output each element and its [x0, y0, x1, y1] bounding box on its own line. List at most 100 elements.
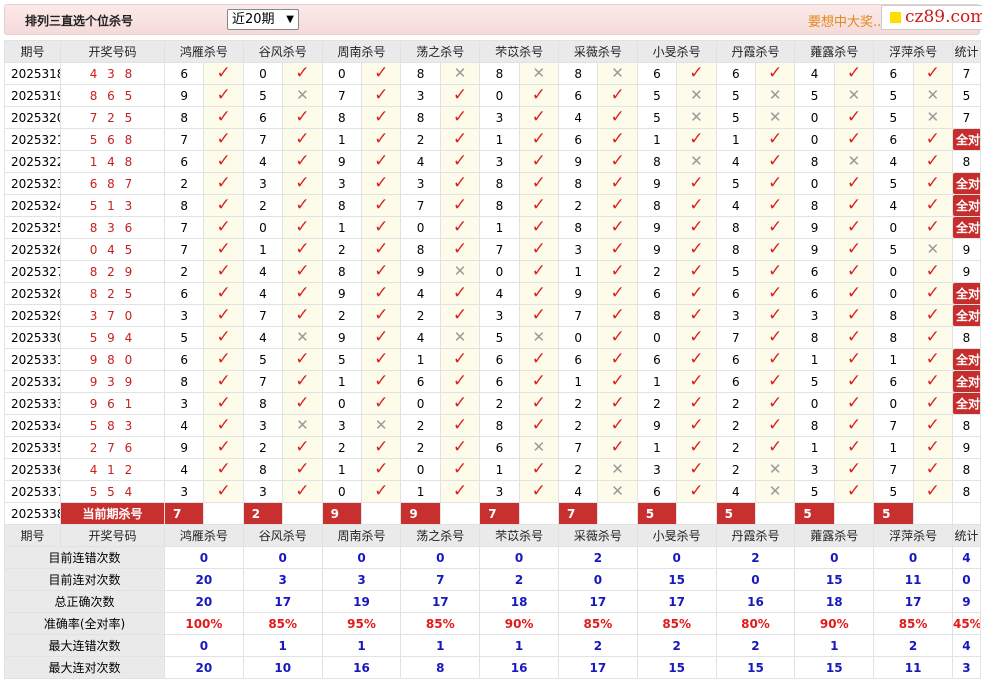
- stats-value: 1: [794, 634, 875, 657]
- check-cell: ✓: [676, 370, 717, 393]
- kill-pick: 3: [479, 106, 520, 129]
- header-row: 期号 开奖号码 鸿雁杀号 谷风杀号 周南杀号 荡之杀号 芣苡杀号 采薇杀号 小旻杀号 丹霞杀号 蕹露…: [4, 40, 981, 63]
- kill-pick: 2: [163, 260, 205, 283]
- check-icon: ✓: [374, 85, 389, 105]
- stats-total: 4: [951, 546, 981, 569]
- row-stat: 8: [951, 414, 981, 437]
- check-cell: ✓: [833, 480, 875, 503]
- cross-icon: ✕: [768, 86, 782, 104]
- row-stat: 全对: [951, 194, 981, 217]
- header-kill-0: 鸿雁杀号: [164, 524, 244, 547]
- check-cell: ✓: [597, 106, 638, 129]
- check-icon: ✓: [452, 371, 468, 391]
- check-icon: ✓: [374, 349, 389, 369]
- check-cell: ✓: [597, 326, 638, 349]
- cross-icon: ✕: [768, 108, 782, 126]
- kill-pick: 2: [715, 458, 756, 481]
- check-icon: ✓: [610, 327, 625, 347]
- check-cell: ✓: [518, 194, 559, 217]
- all-correct-badge: 全对: [953, 305, 980, 326]
- check-icon: ✓: [925, 481, 940, 501]
- check-cell: ✓: [676, 128, 717, 151]
- check-icon: ✓: [216, 437, 231, 457]
- stats-label: 目前连错次数: [4, 546, 165, 569]
- check-icon: ✓: [295, 261, 310, 281]
- all-correct-badge: 全对: [953, 217, 980, 238]
- header-kill-5: 采薇杀号: [557, 40, 638, 63]
- row-stat: 全对: [951, 304, 981, 327]
- header-winning: 开奖号码: [60, 40, 165, 63]
- current-stat: [951, 502, 981, 525]
- kill-pick: 2: [400, 436, 441, 459]
- check-icon: ✓: [689, 173, 704, 193]
- check-cell: ✓: [203, 458, 244, 481]
- kill-pick: 3: [794, 458, 835, 481]
- issue-number: 2025333: [4, 392, 61, 415]
- header-kill-3: 荡之杀号: [400, 40, 481, 63]
- winning-number: 1 4 8: [60, 150, 165, 173]
- cross-cell: ✕: [518, 326, 559, 349]
- cross-icon: ✕: [690, 108, 703, 126]
- table-row: 2025325 8 3 6 7 ✓ 0 ✓ 1 ✓ 0 ✓ 1 ✓ 8 ✓ 9 ✓ 8 ✓ 9 ✓ 0 ✓ 全对: [4, 216, 981, 239]
- check-icon: ✓: [610, 371, 625, 391]
- kill-pick: 9: [636, 414, 678, 437]
- stats-value: 90%: [479, 612, 559, 635]
- current-blank: [754, 502, 796, 525]
- table-row: 2025323 6 8 7 2 ✓ 3 ✓ 3 ✓ 3 ✓ 8 ✓ 8 ✓ 9 ✓ 5 ✓ 0 ✓ 5 ✓ 全对: [4, 172, 981, 195]
- stats-value: 85%: [400, 612, 481, 635]
- check-icon: ✓: [610, 349, 625, 369]
- stats-value: 16: [479, 656, 559, 679]
- stats-label: 准确率(全对率): [4, 612, 165, 635]
- table-row: 2025335 2 7 6 9 ✓ 2 ✓ 2 ✓ 2 ✓ 6 ✕ 7 ✓ 1 ✓ 2 ✓ 1 ✓ 1 ✓ 9: [4, 436, 981, 459]
- promo-text[interactable]: 要想中大奖...: [808, 11, 885, 30]
- all-correct-badge: 全对: [953, 371, 980, 392]
- kill-pick: 1: [400, 480, 441, 503]
- stats-value: 17: [557, 656, 638, 679]
- header-kill-0: 鸿雁杀号: [164, 40, 244, 63]
- check-cell: ✓: [912, 370, 953, 393]
- check-cell: ✓: [439, 370, 481, 393]
- check-cell: ✓: [203, 348, 244, 371]
- kill-pick: 7: [163, 128, 205, 151]
- kill-pick: 3: [242, 480, 284, 503]
- cross-cell: ✕: [282, 326, 323, 349]
- kill-pick: 4: [400, 326, 441, 349]
- kill-pick: 8: [557, 62, 599, 85]
- issue-number: 2025325: [4, 216, 61, 239]
- check-icon: ✓: [610, 173, 625, 193]
- check-icon: ✓: [452, 481, 468, 501]
- all-correct-badge: 全对: [953, 173, 980, 194]
- check-icon: ✓: [531, 261, 546, 281]
- cross-icon: ✕: [847, 86, 861, 104]
- check-icon: ✓: [610, 305, 625, 325]
- kill-pick: 2: [479, 392, 520, 415]
- stats-value: 15: [794, 656, 875, 679]
- check-icon: ✓: [768, 415, 783, 435]
- kill-pick: 6: [557, 128, 599, 151]
- kill-pick: 3: [163, 304, 205, 327]
- check-cell: ✓: [203, 216, 244, 239]
- check-icon: ✓: [216, 129, 231, 149]
- kill-pick: 3: [794, 304, 835, 327]
- check-cell: ✓: [282, 282, 323, 305]
- check-cell: ✓: [597, 436, 638, 459]
- check-icon: ✓: [846, 129, 862, 149]
- stats-label: 最大连错次数: [4, 634, 165, 657]
- cross-cell: ✕: [282, 84, 323, 107]
- check-cell: ✓: [597, 414, 638, 437]
- issue-number: 2025331: [4, 348, 61, 371]
- site-logo[interactable]: cz89.com: [881, 5, 982, 30]
- header-winning: 开奖号码: [60, 524, 165, 547]
- check-cell: ✓: [833, 392, 875, 415]
- kill-pick: 1: [479, 458, 520, 481]
- check-icon: ✓: [689, 63, 704, 83]
- kill-pick: 7: [163, 216, 205, 239]
- row-stat: 9: [951, 436, 981, 459]
- period-select[interactable]: 近20期 ▼: [227, 9, 299, 30]
- table-row: 2025318 4 3 8 6 ✓ 0 ✓ 0 ✓ 8 ✕ 8 ✕ 8 ✕ 6 ✓ 6 ✓ 4 ✓ 6 ✓ 7: [4, 62, 981, 85]
- check-cell: ✓: [676, 62, 717, 85]
- current-blank: [833, 502, 875, 525]
- issue-number: 2025328: [4, 282, 61, 305]
- kill-pick: 6: [163, 348, 205, 371]
- stats-value: 0: [400, 546, 481, 569]
